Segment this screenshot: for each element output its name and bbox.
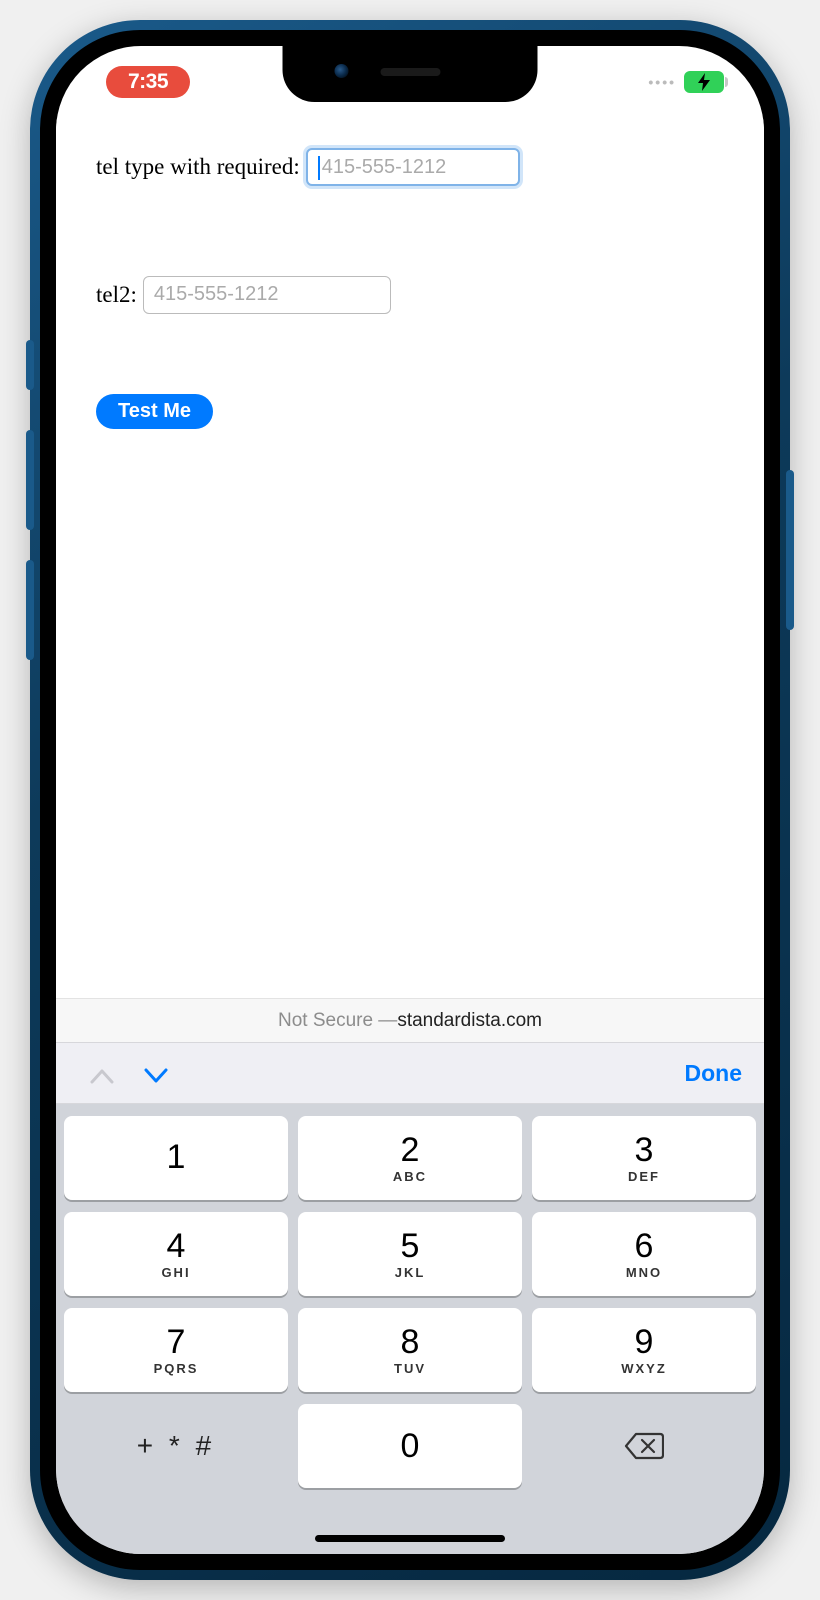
battery-charging-icon <box>684 71 724 93</box>
volume-up-button <box>26 430 34 530</box>
key-symbols[interactable]: + * # <box>64 1404 288 1488</box>
key-0[interactable]: 0 <box>298 1404 522 1488</box>
volume-down-button <box>26 560 34 660</box>
done-button[interactable]: Done <box>685 1060 743 1087</box>
key-2[interactable]: 2ABC <box>298 1116 522 1200</box>
next-field-button[interactable] <box>132 1057 180 1089</box>
backspace-icon <box>624 1431 664 1461</box>
security-label: Not Secure — <box>278 1010 397 1032</box>
front-camera-icon <box>334 64 348 78</box>
numeric-keypad: 1 2ABC 3DEF 4GHI 5JKL 6MNO 7PQRS 8TUV 9W… <box>56 1104 764 1554</box>
tel1-input[interactable]: 415-555-1212 <box>306 148 520 186</box>
home-indicator[interactable] <box>315 1535 505 1542</box>
tel2-placeholder: 415-555-1212 <box>154 283 279 305</box>
tel2-label: tel2: <box>96 282 137 308</box>
key-backspace[interactable] <box>532 1404 756 1488</box>
status-time-recording[interactable]: 7:35 <box>106 66 190 98</box>
web-content: tel type with required: 415-555-1212 tel… <box>56 118 764 998</box>
power-button <box>786 470 794 630</box>
tel1-placeholder: 415-555-1212 <box>322 156 447 178</box>
key-1[interactable]: 1 <box>64 1116 288 1200</box>
url-domain: standardista.com <box>397 1010 542 1032</box>
keyboard-accessory-bar: Done <box>56 1042 764 1104</box>
key-7[interactable]: 7PQRS <box>64 1308 288 1392</box>
key-3[interactable]: 3DEF <box>532 1116 756 1200</box>
previous-field-button <box>78 1057 126 1089</box>
key-8[interactable]: 8TUV <box>298 1308 522 1392</box>
cellular-dots-icon: •••• <box>648 74 676 90</box>
key-4[interactable]: 4GHI <box>64 1212 288 1296</box>
tel2-input[interactable]: 415-555-1212 <box>143 276 391 314</box>
test-me-button[interactable]: Test Me <box>96 394 213 429</box>
phone-device-frame: 7:35 •••• tel type with required: 415-55… <box>30 20 790 1580</box>
key-5[interactable]: 5JKL <box>298 1212 522 1296</box>
tel1-label: tel type with required: <box>96 154 300 180</box>
key-6[interactable]: 6MNO <box>532 1212 756 1296</box>
address-bar[interactable]: Not Secure — standardista.com <box>56 998 764 1042</box>
notch <box>283 46 538 102</box>
mute-switch <box>26 340 34 390</box>
key-9[interactable]: 9WXYZ <box>532 1308 756 1392</box>
